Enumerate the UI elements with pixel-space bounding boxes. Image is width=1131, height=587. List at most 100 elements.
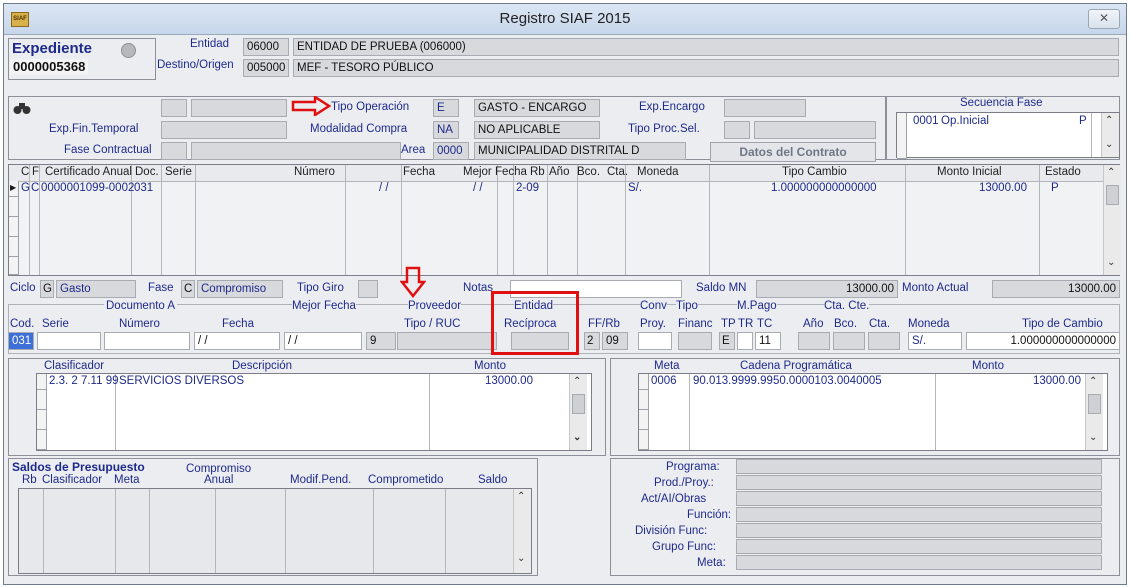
saldos-title: Saldos de Presupuesto [12,460,145,474]
anio-field[interactable] [798,332,830,350]
saldos-saldo-header: Saldo [478,474,508,486]
scroll-down-icon[interactable]: ⌄ [517,553,525,564]
documento-a-label: Documento A [104,300,178,312]
moneda-label: Moneda [908,318,950,330]
secuencia-name[interactable]: Op.Inicial [941,115,989,127]
scroll-down-icon[interactable]: ⌄ [1089,432,1097,443]
secuencia-scrollbar[interactable]: ⌃ ⌄ [1101,113,1119,157]
col-moneda: Moneda [637,166,679,178]
tr-field[interactable] [737,332,753,350]
red-arrow-down-icon [400,266,426,298]
tc-label: TC [757,318,773,330]
mejor-fecha-label: Mejor Fecha [292,300,356,312]
search-field[interactable] [191,99,287,117]
fase-contractual-label: Fase Contractual [64,144,152,156]
programa-field [736,459,1102,474]
division-func-field [736,523,1102,538]
destino-label: Destino/Origen [157,59,234,71]
tipo-operacion-label: Tipo Operación [331,101,410,113]
cta-label: Cta. [869,318,891,330]
tc-field[interactable]: 11 [755,332,781,350]
meta-grid: 0006 90.013.9999.9950.0000103.0040005 13… [638,373,1108,451]
scroll-up-icon[interactable]: ⌃ [573,376,581,387]
scroll-up-icon[interactable]: ⌃ [1105,115,1113,126]
table-row[interactable]: 2.3. 2 7.11 99 SERVICIOS DIVERSOS 13000.… [49,374,569,390]
tipo-ruc-label: Tipo / RUC [404,318,461,330]
tipo-ruc-code[interactable]: 9 [366,332,396,350]
table-row[interactable]: 0006 90.013.9999.9950.0000103.0040005 13… [651,374,1081,390]
col-c: C [21,166,30,178]
status-indicator-icon [121,43,136,58]
clasificador-header: Clasificador [44,360,105,372]
row-selector [897,113,907,159]
prod-proy-field [736,475,1102,490]
entidad-name: ENTIDAD DE PRUEBA (006000) [293,38,1119,56]
mejor-fecha-field[interactable]: / / [284,332,362,350]
numero-field[interactable] [104,332,190,350]
fase-contractual-code[interactable] [161,142,187,160]
tipo-giro-field[interactable] [358,280,378,298]
exp-fin-temporal-label: Exp.Fin.Temporal [49,123,139,135]
main-grid-scrollbar[interactable]: ⌃ ⌄ [1103,165,1121,275]
scroll-down-icon[interactable]: ⌄ [1107,257,1115,268]
ciclo-name: Gasto [56,280,136,298]
meta-monto-header: Monto [972,360,1004,372]
area-name: MUNICIPALIDAD DISTRITAL D [474,142,686,160]
col-monto-inicial: Monto Inicial [937,166,1002,178]
ruc-field[interactable] [397,332,497,350]
entidad-label: Entidad [190,38,230,50]
saldos-scrollbar[interactable]: ⌃ ⌄ [513,489,531,573]
scroll-up-icon[interactable]: ⌃ [1107,167,1115,178]
clasificador-scrollbar[interactable]: ⌃ ⌄ [569,374,587,450]
tipo-cambio-field[interactable]: 1.000000000000000 [966,332,1120,350]
scroll-up-icon[interactable]: ⌃ [1089,376,1097,387]
conv-label: Conv [640,300,667,312]
financ-label: Financ [678,318,713,330]
meta-label: Meta: [697,557,726,569]
cod-field[interactable]: 031 [8,332,34,350]
tp-field[interactable]: E [719,332,735,350]
secuencia-flag: P [1079,115,1087,127]
proy-field[interactable] [638,332,672,350]
moneda-field[interactable]: S/. [908,332,962,350]
act-obras-label: Act/AI/Obras [641,493,707,505]
exp-fin-temporal-field[interactable] [161,121,287,139]
exp-encargo-field[interactable] [724,99,806,117]
scroll-thumb[interactable] [1088,394,1101,414]
bco-field[interactable] [833,332,865,350]
ff-field: 2 [584,332,600,350]
secuencia-code[interactable]: 0001 [913,115,939,127]
tipo-proc-code[interactable] [724,121,750,139]
search-code-field[interactable] [161,99,187,117]
datos-contrato-button[interactable]: Datos del Contrato [710,142,876,162]
main-grid: ▶ C F Certificado Anual Doc. Serie Númer… [8,164,1121,276]
monto-header: Monto [474,360,506,372]
serie-field[interactable] [37,332,101,350]
col-fecha: Fecha [403,166,435,178]
saldo-mn-value: 13000.00 [756,280,898,298]
anio-label: Año [803,318,824,330]
financ-field[interactable] [678,332,712,350]
entidad-code: 06000 [243,38,289,56]
col-bco: Bco. [577,166,601,178]
scroll-down-icon[interactable]: ⌄ [1105,139,1113,150]
fecha-field[interactable]: / / [194,332,280,350]
scroll-thumb[interactable] [572,394,585,414]
monto-actual-label: Monto Actual [902,282,969,294]
exp-encargo-label: Exp.Encargo [639,101,705,113]
saldo-mn-label: Saldo MN [696,282,747,294]
close-icon[interactable]: ✕ [1088,9,1120,29]
scroll-up-icon[interactable]: ⌃ [517,491,525,502]
table-row[interactable]: G C 0000001099-0002 031 / / / / 2-09 S/.… [19,181,1103,197]
m-pago-label: M.Pago [737,300,777,312]
descripcion-header: Descripción [232,360,293,372]
cta-field[interactable] [868,332,900,350]
scroll-thumb[interactable] [1106,185,1119,205]
binoculars-icon[interactable] [13,101,31,118]
window-title: Registro SIAF 2015 [499,10,631,27]
scroll-down-icon[interactable]: ⌄ [573,432,581,443]
col-tipo-cambio: Tipo Cambio [782,166,847,178]
meta-scrollbar[interactable]: ⌃ ⌄ [1085,374,1103,450]
tipo-cambio-label: Tipo de Cambio [1022,318,1103,330]
area-code: 0000 [433,142,469,160]
